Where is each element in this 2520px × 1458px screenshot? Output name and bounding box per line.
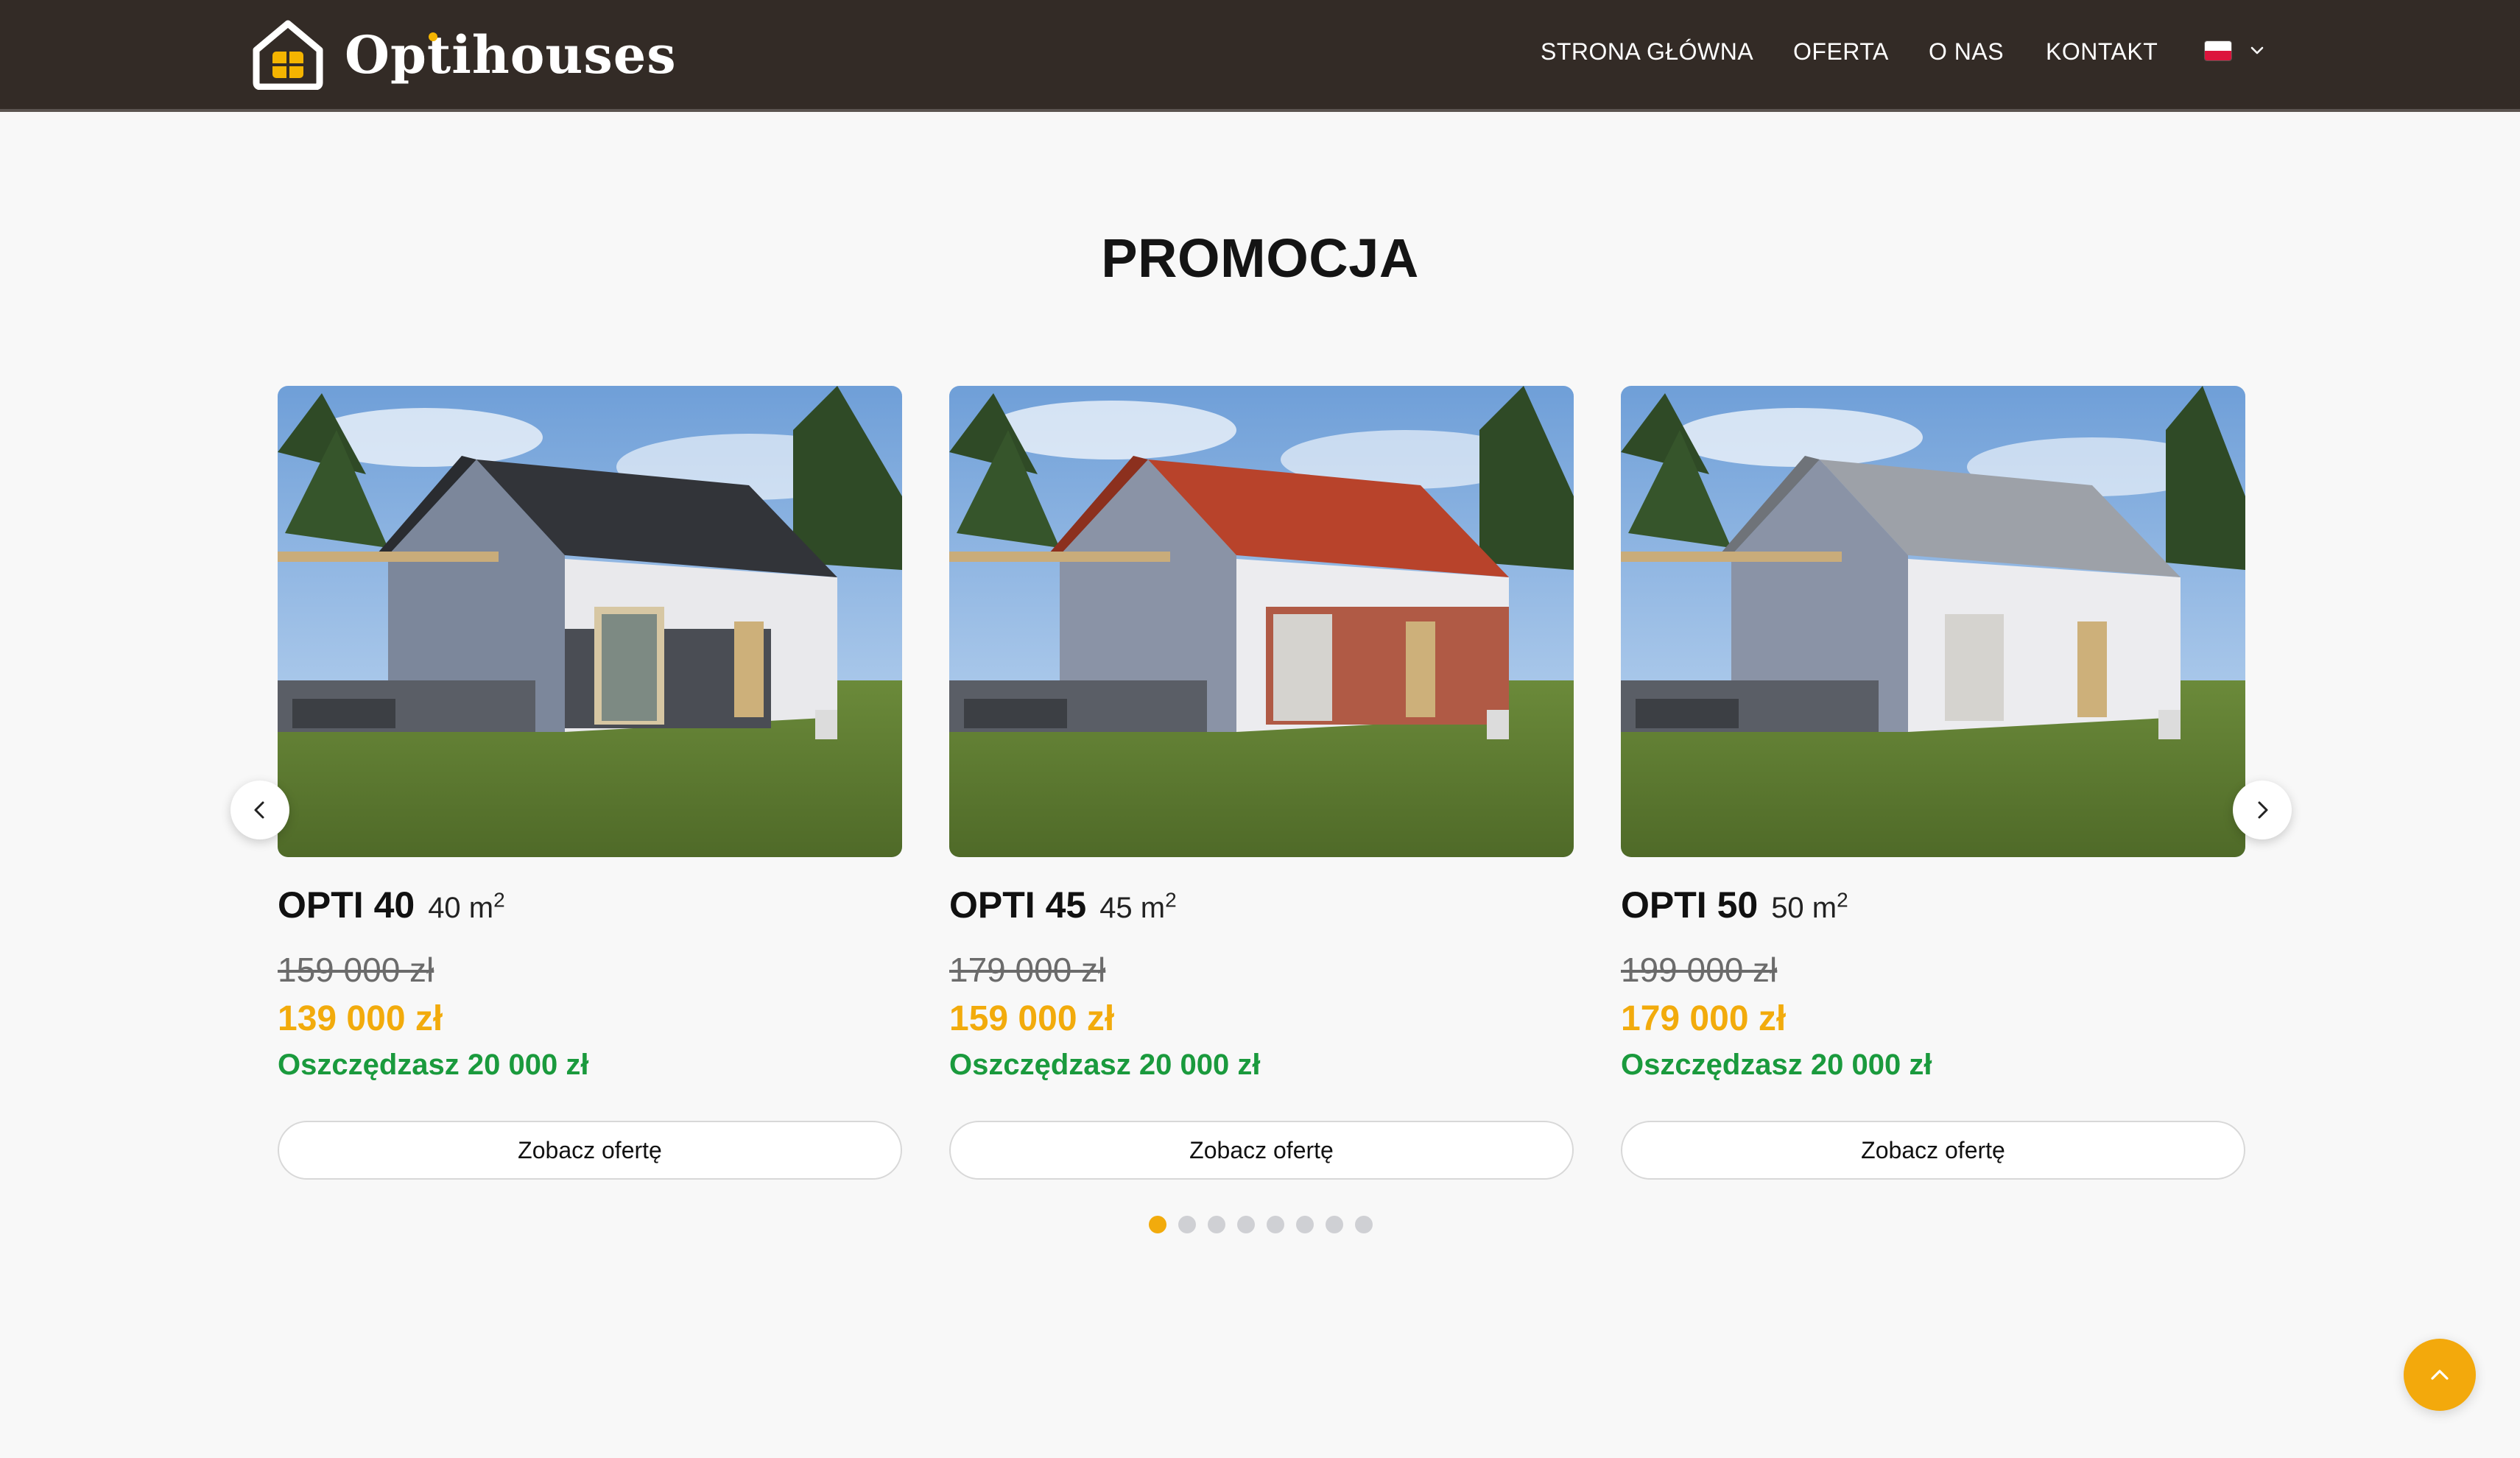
card-area-value: 50 m — [1771, 892, 1837, 924]
offer-card: OPTI 45 45 m2 179 000 zł 159 000 zł Oszcz… — [949, 386, 1574, 1180]
nav-home[interactable]: STRONA GŁÓWNA — [1541, 38, 1753, 66]
carousel-dot[interactable] — [1208, 1216, 1225, 1233]
old-price: 199 000 zł — [1621, 951, 1778, 989]
carousel-pagination — [1149, 1216, 1384, 1233]
site-header: Optihouses STRONA GŁÓWNA OFERTA O NAS KO… — [0, 0, 2520, 112]
carousel-dot[interactable] — [1267, 1216, 1284, 1233]
scroll-to-top-button[interactable] — [2404, 1339, 2476, 1411]
language-selector[interactable] — [2205, 41, 2267, 60]
house-logo-icon — [253, 20, 323, 90]
nav-offer[interactable]: OFERTA — [1793, 38, 1889, 66]
house-image[interactable] — [949, 386, 1574, 857]
card-area: 45 m2 — [1099, 888, 1177, 924]
card-name: OPTI 40 — [278, 884, 415, 926]
savings-text: Oszczędzasz 20 000 zł — [278, 1049, 589, 1081]
card-title: OPTI 40 40 m2 — [278, 884, 505, 926]
carousel-dot[interactable] — [1355, 1216, 1373, 1233]
carousel-next-button[interactable] — [2233, 781, 2292, 839]
house-image[interactable] — [278, 386, 902, 857]
card-area: 40 m2 — [428, 888, 505, 924]
card-area: 50 m2 — [1771, 888, 1848, 924]
nav-about[interactable]: O NAS — [1929, 38, 2004, 66]
card-name: OPTI 45 — [949, 884, 1087, 926]
new-price: 159 000 zł — [949, 999, 1115, 1038]
card-area-sup: 2 — [1165, 888, 1177, 912]
view-offer-button[interactable]: Zobacz ofertę — [949, 1121, 1574, 1180]
new-price: 179 000 zł — [1621, 999, 1787, 1038]
poland-flag-icon — [2205, 41, 2231, 60]
carousel-dot[interactable] — [1178, 1216, 1196, 1233]
old-price: 179 000 zł — [949, 951, 1106, 989]
offer-card: OPTI 50 50 m2 199 000 zł 179 000 zł Oszcz… — [1621, 386, 2245, 1180]
site-logo[interactable]: Optihouses — [252, 19, 677, 90]
card-area-value: 45 m — [1099, 892, 1166, 924]
card-area-value: 40 m — [428, 892, 494, 924]
savings-text: Oszczędzasz 20 000 zł — [1621, 1049, 1932, 1081]
card-title: OPTI 50 50 m2 — [1621, 884, 1848, 926]
chevron-left-icon — [254, 801, 264, 819]
offer-card: OPTI 40 40 m2 159 000 zł 139 000 zł Oszcz… — [278, 386, 902, 1180]
carousel-dot[interactable] — [1326, 1216, 1343, 1233]
savings-text: Oszczędzasz 20 000 zł — [949, 1049, 1261, 1081]
chevron-up-icon — [2431, 1370, 2449, 1380]
carousel-dot[interactable] — [1296, 1216, 1314, 1233]
chevron-down-icon — [2250, 46, 2264, 54]
view-offer-button[interactable]: Zobacz ofertę — [278, 1121, 902, 1180]
card-name: OPTI 50 — [1621, 884, 1759, 926]
card-area-sup: 2 — [493, 888, 505, 912]
new-price: 139 000 zł — [278, 999, 443, 1038]
carousel-prev-button[interactable] — [230, 781, 289, 839]
old-price: 159 000 zł — [278, 951, 434, 989]
chevron-right-icon — [2258, 801, 2268, 819]
house-image[interactable] — [1621, 386, 2245, 857]
carousel-dot[interactable] — [1237, 1216, 1255, 1233]
carousel-dot[interactable] — [1149, 1216, 1166, 1233]
logo-text: Optihouses — [345, 24, 677, 85]
section-title: PROMOCJA — [1101, 228, 1419, 289]
card-title: OPTI 45 45 m2 — [949, 884, 1177, 926]
nav-contact[interactable]: KONTAKT — [2046, 38, 2158, 66]
logo-accent-dot — [429, 32, 437, 41]
view-offer-button[interactable]: Zobacz ofertę — [1621, 1121, 2245, 1180]
card-area-sup: 2 — [1837, 888, 1848, 912]
